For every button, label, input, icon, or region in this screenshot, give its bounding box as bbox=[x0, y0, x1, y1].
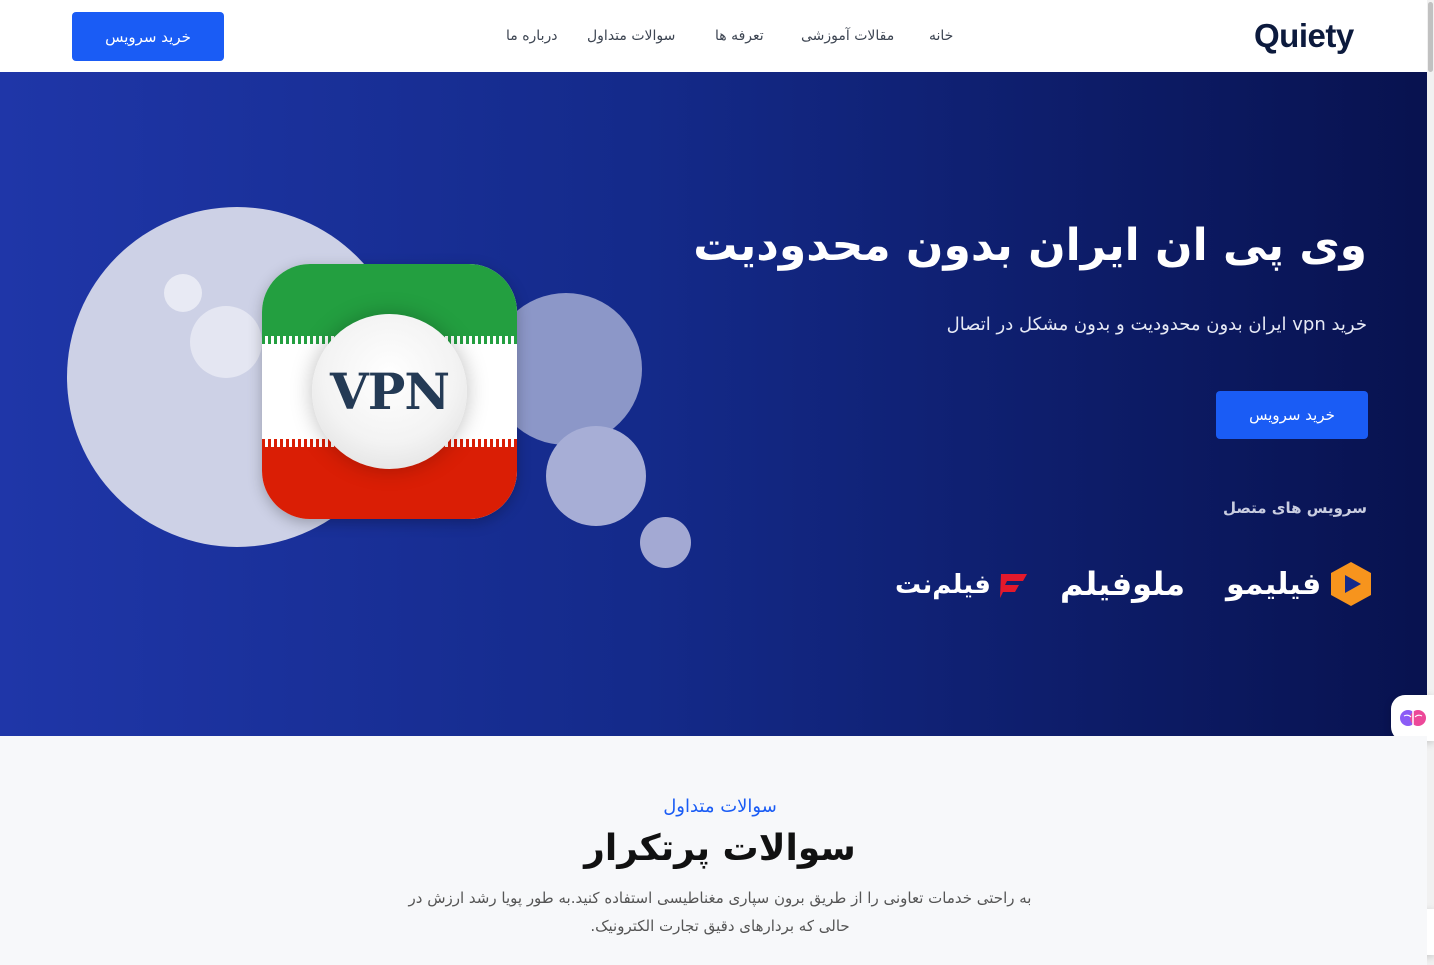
filmnet-logo: فیلم‌نت bbox=[895, 563, 1031, 607]
nav-home[interactable]: خانه bbox=[929, 28, 953, 44]
filmnet-label: فیلم‌نت bbox=[895, 570, 991, 600]
decor-bubble-small bbox=[546, 426, 646, 526]
hero-buy-button[interactable]: خرید سرویس bbox=[1216, 391, 1368, 439]
faq-title: سوالات پرتکرار bbox=[584, 828, 856, 869]
filimo-logo: فیلیمو bbox=[1226, 560, 1375, 608]
faq-section: سوالات متداول سوالات پرتکرار به راحتی خد… bbox=[0, 736, 1427, 965]
decor-bubble-dot bbox=[164, 274, 202, 312]
scrollbar-track[interactable] bbox=[1427, 0, 1434, 965]
vpn-badge-text: VPN bbox=[329, 362, 450, 421]
filimo-play-icon bbox=[1331, 562, 1372, 606]
filimo-label: فیلیمو bbox=[1226, 566, 1322, 602]
hero-section: VPN وی پی ان ایران بدون محدودیت خرید vpn… bbox=[0, 72, 1427, 736]
ai-assistant-widget[interactable] bbox=[1391, 695, 1434, 741]
logo-text: Quiety bbox=[1254, 17, 1354, 54]
hero-title: وی پی ان ایران بدون محدودیت bbox=[693, 220, 1367, 271]
filmnet-f-icon bbox=[999, 574, 1027, 598]
nav-pricing[interactable]: تعرفه ها bbox=[715, 28, 764, 44]
nav-articles[interactable]: مقالات آموزشی bbox=[801, 28, 894, 44]
scrollbar-thumb[interactable] bbox=[1428, 2, 1433, 72]
namava-label: ملوفیلم bbox=[1060, 565, 1186, 603]
nav-faq[interactable]: سوالات متداول bbox=[587, 28, 675, 44]
nav-about[interactable]: درباره ما bbox=[506, 28, 557, 44]
hero-subtitle: خرید vpn ایران بدون محدودیت و بدون مشکل … bbox=[946, 314, 1367, 335]
header-buy-button[interactable]: خرید سرویس bbox=[72, 12, 224, 61]
decor-bubble-dot2 bbox=[190, 306, 262, 378]
brain-icon bbox=[1399, 710, 1426, 726]
faq-kicker: سوالات متداول bbox=[663, 796, 777, 817]
site-header: Quiety خانه مقالات آموزشی تعرفه ها سوالا… bbox=[0, 0, 1427, 72]
faq-description: به راحتی خدمات تعاونی را از طریق برون سپ… bbox=[408, 889, 1032, 935]
vpn-iran-flag-icon: VPN bbox=[262, 264, 517, 519]
decor-bubble-tiny bbox=[640, 517, 691, 568]
site-logo[interactable]: Quiety bbox=[1254, 16, 1354, 56]
vpn-badge: VPN bbox=[312, 314, 467, 469]
namava-logo: ملوفیلم bbox=[1060, 560, 1185, 608]
connected-services-label: سرویس های متصل bbox=[1222, 499, 1367, 517]
